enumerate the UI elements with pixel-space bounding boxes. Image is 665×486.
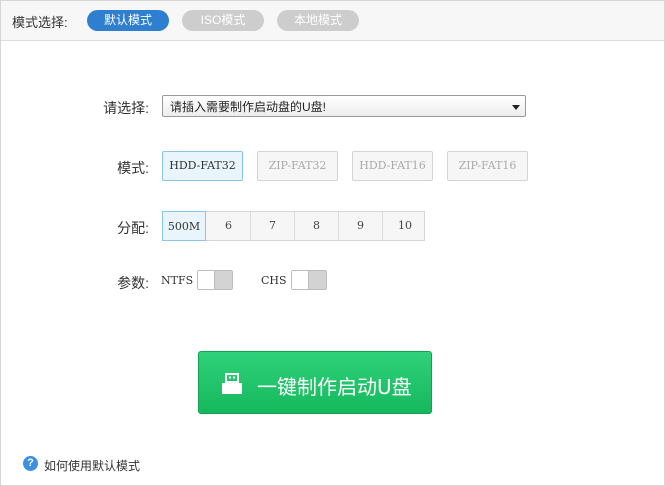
mode-default-button[interactable]: 默认模式 bbox=[87, 10, 169, 31]
mode-select-label: 模式选择: bbox=[12, 15, 68, 30]
app-window: 模式选择: 默认模式 ISO模式 本地模式 请选择: 请插入需要制作启动盘的U盘… bbox=[0, 0, 665, 486]
params-label: 参数: bbox=[117, 275, 149, 291]
format-hdd-fat32-button[interactable]: HDD-FAT32 bbox=[162, 151, 243, 181]
format-zip-fat32-button[interactable]: ZIP-FAT32 bbox=[257, 151, 338, 181]
mode-iso-button[interactable]: ISO模式 bbox=[182, 10, 264, 31]
help-link[interactable]: 如何使用默认模式 bbox=[44, 457, 140, 474]
partition-size-group: 500M 6 7 8 9 10 bbox=[162, 211, 425, 241]
make-bootable-usb-label: 一键制作启动U盘 bbox=[257, 375, 412, 399]
partition-option-9[interactable]: 9 bbox=[339, 212, 383, 240]
usb-drive-select[interactable]: 请插入需要制作启动盘的U盘! bbox=[162, 95, 526, 117]
partition-label: 分配: bbox=[117, 220, 149, 236]
partition-option-7[interactable]: 7 bbox=[251, 212, 295, 240]
chs-toggle-knob bbox=[292, 271, 309, 289]
ntfs-toggle-knob bbox=[198, 271, 215, 289]
mode-bar: 模式选择: 默认模式 ISO模式 本地模式 bbox=[1, 1, 664, 41]
question-icon[interactable]: ? bbox=[23, 456, 38, 471]
partition-option-6[interactable]: 6 bbox=[207, 212, 251, 240]
make-bootable-usb-button[interactable]: 一键制作启动U盘 bbox=[198, 351, 432, 414]
format-label: 模式: bbox=[117, 160, 149, 176]
chs-label: CHS bbox=[261, 274, 287, 287]
partition-option-500m[interactable]: 500M bbox=[162, 211, 206, 241]
mode-local-button[interactable]: 本地模式 bbox=[277, 10, 359, 31]
chs-toggle[interactable] bbox=[291, 270, 327, 290]
ntfs-label: NTFS bbox=[161, 274, 194, 287]
partition-option-8[interactable]: 8 bbox=[295, 212, 339, 240]
partition-option-10[interactable]: 10 bbox=[383, 212, 427, 240]
format-hdd-fat16-button[interactable]: HDD-FAT16 bbox=[352, 151, 433, 181]
usb-drive-icon bbox=[222, 373, 242, 394]
select-label: 请选择: bbox=[103, 100, 149, 116]
format-zip-fat16-button[interactable]: ZIP-FAT16 bbox=[447, 151, 528, 181]
usb-drive-select-value: 请插入需要制作启动盘的U盘! bbox=[170, 100, 327, 114]
dropdown-arrow-icon bbox=[512, 105, 520, 110]
ntfs-toggle[interactable] bbox=[197, 270, 233, 290]
